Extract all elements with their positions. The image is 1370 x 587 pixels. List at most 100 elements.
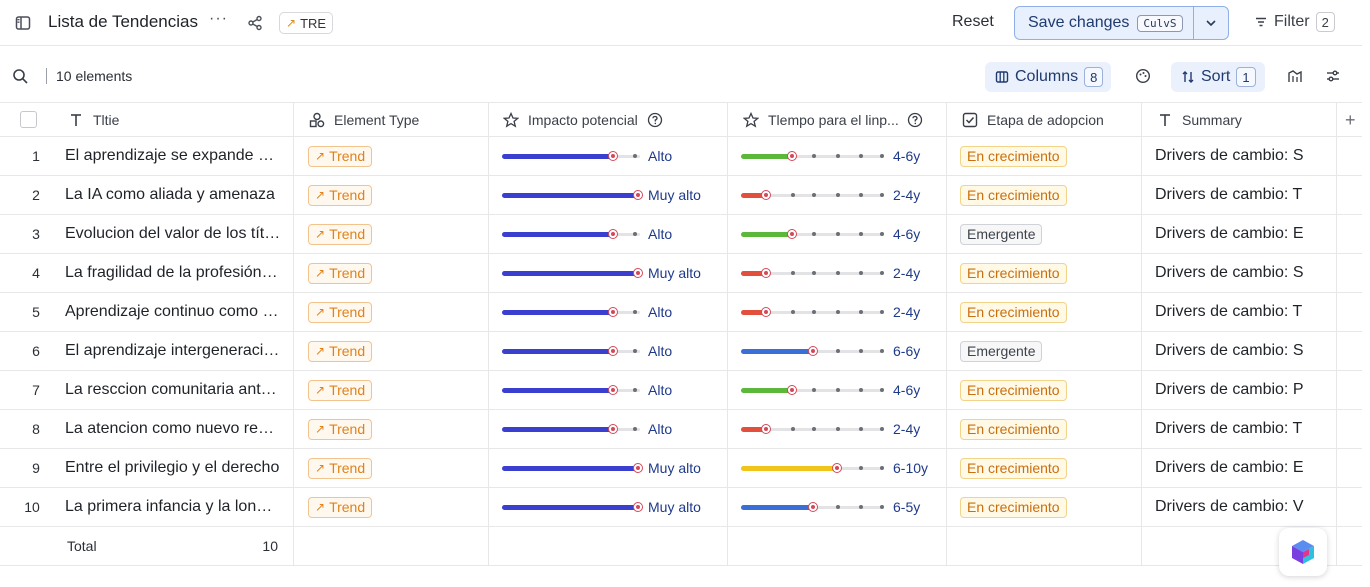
time-cell[interactable]: 4-6y	[728, 137, 947, 175]
element-type-cell[interactable]: ↗ Trend	[294, 488, 489, 526]
time-slider[interactable]	[741, 384, 884, 396]
impact-slider[interactable]	[502, 189, 643, 201]
summary-cell[interactable]: Drivers de cambio: S	[1142, 254, 1337, 292]
slider-handle[interactable]	[633, 502, 643, 512]
impact-cell[interactable]: Muy alto	[489, 488, 728, 526]
save-changes-button[interactable]: Save changes CulvS	[1015, 7, 1194, 39]
slider-handle[interactable]	[608, 229, 618, 239]
title-cell[interactable]: Evolucion del valor de los títulos	[57, 215, 294, 253]
slider-handle[interactable]	[787, 229, 797, 239]
time-slider[interactable]	[741, 462, 884, 474]
slider-handle[interactable]	[787, 385, 797, 395]
stage-cell[interactable]: En crecimiento	[947, 410, 1142, 448]
element-type-cell[interactable]: ↗ Trend	[294, 215, 489, 253]
save-dropdown-button[interactable]	[1194, 7, 1228, 39]
column-header-element-type[interactable]: Element Type	[294, 103, 489, 136]
column-header-title[interactable]: Tltie	[57, 103, 294, 136]
element-type-cell[interactable]: ↗ Trend	[294, 332, 489, 370]
title-cell[interactable]: La IA como aliada y amenaza	[57, 176, 294, 214]
element-type-cell[interactable]: ↗ Trend	[294, 176, 489, 214]
impact-cell[interactable]: Alto	[489, 371, 728, 409]
sidebar-toggle-icon[interactable]	[14, 14, 32, 32]
summary-cell[interactable]: Drivers de cambio: T	[1142, 410, 1337, 448]
slider-handle[interactable]	[761, 307, 771, 317]
impact-cell[interactable]: Alto	[489, 215, 728, 253]
summary-cell[interactable]: Drivers de cambio: S	[1142, 332, 1337, 370]
slider-handle[interactable]	[608, 151, 618, 161]
slider-handle[interactable]	[608, 346, 618, 356]
column-header-stage[interactable]: Etapa de adopcion	[947, 103, 1142, 136]
select-all-checkbox[interactable]	[20, 111, 37, 128]
add-column-icon[interactable]: +	[1345, 110, 1356, 131]
title-cell[interactable]: La primera infancia y la longevidad	[57, 488, 294, 526]
slider-handle[interactable]	[761, 268, 771, 278]
stage-cell[interactable]: Emergente	[947, 332, 1142, 370]
slider-handle[interactable]	[633, 463, 643, 473]
time-cell[interactable]: 2-4y	[728, 293, 947, 331]
impact-slider[interactable]	[502, 423, 640, 435]
table-row[interactable]: 4 La fragilidad de la profesión docente ↗T…	[0, 254, 1362, 293]
summary-cell[interactable]: Drivers de cambio: V	[1142, 488, 1337, 526]
settings-sliders-icon[interactable]	[1324, 67, 1342, 85]
slider-handle[interactable]	[608, 385, 618, 395]
title-cell[interactable]: El aprendizaje se expande más allá	[57, 137, 294, 175]
table-row[interactable]: 9 Entre el privilegio y el derecho ↗ Trend M…	[0, 449, 1362, 488]
time-slider[interactable]	[741, 150, 884, 162]
title-cell[interactable]: La fragilidad de la profesión docente	[57, 254, 294, 292]
impact-slider[interactable]	[502, 384, 640, 396]
title-cell[interactable]: Entre el privilegio y el derecho	[57, 449, 294, 487]
stage-cell[interactable]: En crecimiento	[947, 449, 1142, 487]
reset-button[interactable]: Reset	[952, 13, 994, 31]
stage-cell[interactable]: En crecimiento	[947, 137, 1142, 175]
time-cell[interactable]: 6-5y	[728, 488, 947, 526]
impact-slider[interactable]	[502, 267, 643, 279]
time-slider[interactable]	[741, 228, 884, 240]
impact-slider[interactable]	[502, 345, 640, 357]
summary-cell[interactable]: Drivers de cambio: P	[1142, 371, 1337, 409]
summary-cell[interactable]: Drivers de cambio: E	[1142, 449, 1337, 487]
column-header-summary[interactable]: Summary	[1142, 103, 1337, 136]
impact-cell[interactable]: Alto	[489, 293, 728, 331]
table-row[interactable]: 5 Aprendizaje continuo como norma ↗Trend Al…	[0, 293, 1362, 332]
summary-cell[interactable]: Drivers de cambio: E	[1142, 215, 1337, 253]
time-slider[interactable]	[741, 306, 884, 318]
impact-slider[interactable]	[502, 306, 640, 318]
summary-cell[interactable]: Drivers de cambio: S	[1142, 137, 1337, 175]
impact-slider[interactable]	[502, 501, 643, 513]
search-icon[interactable]	[11, 67, 29, 85]
column-header-time[interactable]: Tlempo para el linp...	[728, 103, 947, 136]
slider-handle[interactable]	[633, 268, 643, 278]
slider-handle[interactable]	[808, 346, 818, 356]
time-cell[interactable]: 4-6y	[728, 371, 947, 409]
time-cell[interactable]: 4-6y	[728, 215, 947, 253]
element-type-cell[interactable]: ↗ Trend	[294, 137, 489, 175]
impact-cell[interactable]: Alto	[489, 332, 728, 370]
element-type-cell[interactable]: ↗ Trend	[294, 254, 489, 292]
slider-handle[interactable]	[808, 502, 818, 512]
summary-cell[interactable]: Drivers de cambio: T	[1142, 293, 1337, 331]
help-icon[interactable]	[907, 112, 923, 128]
time-slider[interactable]	[741, 189, 884, 201]
element-type-cell[interactable]: ↗ Trend	[294, 449, 489, 487]
title-cell[interactable]: La resccion comunitaria ante la crisis	[57, 371, 294, 409]
time-cell[interactable]: 6-6y	[728, 332, 947, 370]
impact-cell[interactable]: Muy alto	[489, 449, 728, 487]
stage-cell[interactable]: En crecimiento	[947, 371, 1142, 409]
time-slider[interactable]	[741, 423, 884, 435]
more-options-icon[interactable]: ···	[209, 10, 228, 28]
time-slider[interactable]	[741, 267, 884, 279]
slider-handle[interactable]	[832, 463, 842, 473]
time-slider[interactable]	[741, 345, 884, 357]
stage-cell[interactable]: En crecimiento	[947, 488, 1142, 526]
impact-cell[interactable]: Muy alto	[489, 254, 728, 292]
element-type-cell[interactable]: ↗ Trend	[294, 293, 489, 331]
impact-slider[interactable]	[502, 462, 643, 474]
element-type-cell[interactable]: ↗ Trend	[294, 371, 489, 409]
impact-slider[interactable]	[502, 228, 640, 240]
assistant-button[interactable]	[1279, 528, 1327, 576]
title-cell[interactable]: Aprendizaje continuo como norma	[57, 293, 294, 331]
element-type-cell[interactable]: ↗ Trend	[294, 410, 489, 448]
slider-handle[interactable]	[761, 424, 771, 434]
impact-cell[interactable]: Muy alto	[489, 176, 728, 214]
share-icon[interactable]	[246, 14, 264, 32]
